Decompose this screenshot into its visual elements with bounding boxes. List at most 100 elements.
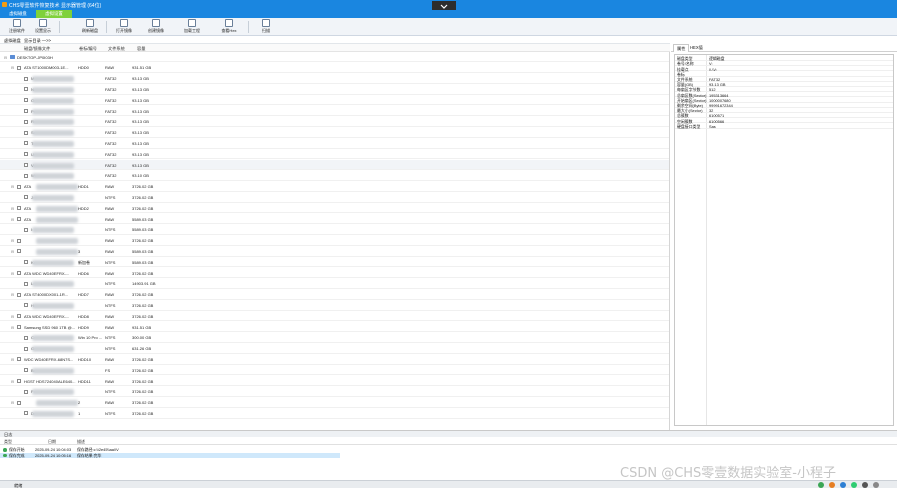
row-checkbox[interactable] xyxy=(24,152,28,157)
log-col-date[interactable]: 日期 xyxy=(48,439,56,445)
volume-row[interactable]: C:Win 10 Pro ...NTFS300.00 GB xyxy=(0,333,669,344)
tray-info-icon[interactable] xyxy=(873,482,879,488)
volume-row[interactable]: T:FAT3293.13 GB xyxy=(0,138,669,149)
scan-button[interactable]: 扫描 xyxy=(253,19,279,35)
expand-toggle-icon[interactable]: ⊟ xyxy=(11,314,14,319)
create-image-button[interactable]: 创建镜像 xyxy=(143,19,169,35)
computer-row[interactable]: ⊟ DESKTOP-JP0I03H xyxy=(0,52,669,63)
row-checkbox[interactable] xyxy=(17,379,21,383)
disk-row[interactable]: ⊟ ATA ST1000DM003-1E... HDD0 RAW 931.51 GB xyxy=(0,63,669,74)
row-checkbox[interactable] xyxy=(24,141,28,146)
volume-row[interactable]: O:FAT3293.13 GB xyxy=(0,95,669,106)
menu-tab-virtual-disk[interactable]: 虚拟磁盘 xyxy=(4,10,32,18)
row-checkbox[interactable] xyxy=(24,281,28,286)
disk-row[interactable]: ⊟ ATA RAW 5589.03 GB xyxy=(0,214,669,225)
volume-row[interactable]: R:FAT3293.13 GB xyxy=(0,117,669,128)
log-entry[interactable]: 保存开始 2025-09-24 10:04:03 保存路径:c:\\2e45\\aa… xyxy=(0,447,340,453)
row-checkbox[interactable] xyxy=(17,238,21,243)
row-checkbox[interactable] xyxy=(24,411,28,416)
open-image-button[interactable]: 打开镜像 xyxy=(111,19,137,35)
log-col-desc[interactable]: 描述 xyxy=(77,439,85,445)
log-col-type[interactable]: 类型 xyxy=(4,439,12,445)
row-checkbox[interactable] xyxy=(24,227,28,232)
property-row[interactable]: 硬盘接口类型 Sas xyxy=(675,124,893,129)
row-checkbox[interactable] xyxy=(24,119,28,124)
expand-toggle-icon[interactable]: ⊟ xyxy=(11,249,14,254)
col-header-label[interactable]: 卷标/编号 xyxy=(79,46,97,52)
col-header-name[interactable]: 磁盘/镜像文件 xyxy=(24,46,50,52)
row-checkbox[interactable] xyxy=(17,292,21,297)
row-checkbox[interactable] xyxy=(17,357,21,362)
row-checkbox[interactable] xyxy=(24,346,28,351)
row-checkbox[interactable] xyxy=(24,76,28,81)
row-checkbox[interactable] xyxy=(24,335,28,340)
tab-hex[interactable]: HEX值 xyxy=(687,44,706,52)
tray-blue-icon[interactable] xyxy=(840,482,846,488)
volume-row[interactable]: B:FS3726.02 GB xyxy=(0,365,669,376)
volume-row[interactable]: W:FAT3293.10 GB xyxy=(0,171,669,182)
disk-row[interactable]: ⊟ WDC WD40EFRX-68N7S... HDD10 RAW 3726.02 GB xyxy=(0,354,669,365)
volume-row[interactable]: M:FAT3293.13 GB xyxy=(0,74,669,84)
expand-toggle-icon[interactable]: ⊟ xyxy=(11,325,14,330)
disk-row[interactable]: ⊟ Samsung SSD 960 1TB @... HDD9 RAW 931.51 G… xyxy=(0,322,669,333)
expand-toggle-icon[interactable]: ⊟ xyxy=(11,184,14,189)
tray-settings-icon[interactable] xyxy=(862,482,868,488)
view-hex-button[interactable]: 查看Hex xyxy=(216,19,242,35)
row-checkbox[interactable] xyxy=(17,206,21,211)
disk-row[interactable]: ⊟ 3 RAW 5589.03 GB xyxy=(0,246,669,257)
volume-row[interactable]: K:新加卷NTFS5589.03 GB xyxy=(0,257,669,268)
row-checkbox[interactable] xyxy=(17,400,21,405)
tray-orange-icon[interactable] xyxy=(829,482,835,488)
expand-toggle-icon[interactable]: ⊟ xyxy=(11,65,14,70)
row-checkbox[interactable] xyxy=(24,109,28,113)
row-checkbox[interactable] xyxy=(17,65,21,70)
row-checkbox[interactable] xyxy=(24,130,28,135)
row-checkbox[interactable] xyxy=(17,325,21,329)
volume-row[interactable]: N:FAT3293.13 GB xyxy=(0,84,669,95)
tray-status-icon[interactable] xyxy=(851,482,857,488)
load-project-button[interactable]: 加载工程 xyxy=(179,19,205,35)
expand-toggle-icon[interactable]: ⊟ xyxy=(11,357,14,362)
volume-row[interactable]: V:FAT3293.13 GB xyxy=(0,160,669,171)
row-checkbox[interactable] xyxy=(24,98,28,103)
row-checkbox[interactable] xyxy=(17,217,21,221)
row-checkbox[interactable] xyxy=(24,260,28,265)
log-entry[interactable]: 保存完成 2025-09-24 10:05:16 保存结果:完毕 xyxy=(0,452,340,459)
expand-toggle-icon[interactable]: ⊟ xyxy=(11,292,14,297)
row-checkbox[interactable] xyxy=(17,249,21,254)
disk-row[interactable]: ⊟ RAW 3726.02 GB xyxy=(0,236,669,246)
expand-toggle-icon[interactable]: ⊟ xyxy=(11,379,14,384)
disk-row[interactable]: ⊟ ATA WDC WD40EFRX-... HDD8 RAW 3726.02 GB xyxy=(0,311,669,322)
volume-row[interactable]: G:NTFS631.26 GB xyxy=(0,344,669,354)
display-settings-button[interactable]: 设置显示 xyxy=(30,19,56,35)
row-checkbox[interactable] xyxy=(17,184,21,189)
disk-row[interactable]: ⊟ ATA HDD1 RAW 3726.02 GB xyxy=(0,182,669,192)
volume-row[interactable]: P:FAT3293.13 GB xyxy=(0,106,669,117)
row-checkbox[interactable] xyxy=(24,303,28,308)
row-checkbox[interactable] xyxy=(24,87,28,92)
disk-row[interactable]: ⊟ ATA WDC WD40EFRX-... HDD6 RAW 3726.02 GB xyxy=(0,268,669,279)
disk-row[interactable]: ⊟ ATA ST4000DX001-1R... HDD7 RAW 3726.02 GB xyxy=(0,290,669,300)
expand-toggle-icon[interactable]: ⊟ xyxy=(11,271,14,276)
refresh-disk-button[interactable]: 刷新磁盘 xyxy=(77,19,103,35)
disk-row[interactable]: ⊟ 2 RAW 3726.02 GB xyxy=(0,398,669,408)
col-header-size[interactable]: 容量 xyxy=(137,46,145,52)
disk-row[interactable]: ⊟ HGST HDS724040ALE640... HDD11 RAW 3726.02 … xyxy=(0,376,669,387)
volume-row[interactable]: J:NTFS3726.02 GB xyxy=(0,192,669,203)
volume-row[interactable]: L:NTFS14903.91 GB xyxy=(0,279,669,290)
volume-row[interactable]: S:FAT3293.13 GB xyxy=(0,128,669,138)
row-checkbox[interactable] xyxy=(17,271,21,275)
expand-toggle-icon[interactable]: ⊟ xyxy=(11,206,14,211)
row-checkbox[interactable] xyxy=(24,195,28,200)
expand-toggle-icon[interactable]: ⊟ xyxy=(11,238,14,243)
row-checkbox[interactable] xyxy=(24,173,28,178)
volume-row[interactable]: D:1NTFS3726.02 GB xyxy=(0,408,669,419)
breadcrumb-path[interactable]: 显示目录 —>> xyxy=(24,38,51,44)
menu-tab-virtual-settings[interactable]: 虚拟设置 xyxy=(36,10,72,18)
row-checkbox[interactable] xyxy=(24,163,28,167)
expand-toggle-icon[interactable]: ⊟ xyxy=(11,400,14,405)
breadcrumb-label[interactable]: 虚拟磁盘 xyxy=(4,38,21,44)
tray-green-icon[interactable] xyxy=(818,482,824,488)
expand-toggle-icon[interactable]: ⊟ xyxy=(11,217,14,222)
row-checkbox[interactable] xyxy=(24,368,28,373)
